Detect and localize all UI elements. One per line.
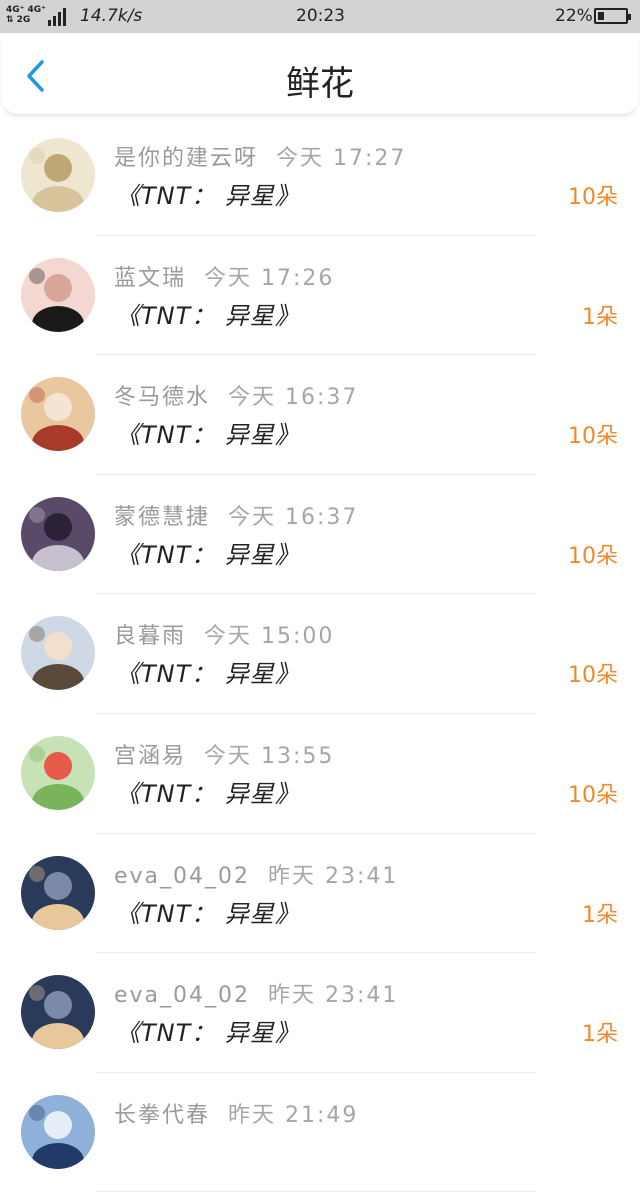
list-item[interactable]: eva_04_02 昨天 23:41 《TNT： 异星》 1朵 [0, 834, 640, 954]
sender-name[interactable]: eva_04_02 [114, 983, 250, 1008]
gift-time: 今天 15:00 [204, 624, 335, 650]
avatar[interactable] [21, 616, 95, 691]
sender-name[interactable]: 长拳代春 [114, 1103, 210, 1128]
book-title[interactable]: 《TNT： 异星》 [116, 535, 300, 570]
gift-time: 今天 16:37 [228, 385, 359, 411]
book-title[interactable]: 《TNT： 异星》 [116, 654, 300, 689]
avatar[interactable] [21, 855, 95, 930]
avatar[interactable] [21, 735, 95, 810]
gift-list: 是你的建云呀 今天 17:27 《TNT： 异星》 10朵 蓝文瑞 今天 17:26… [0, 116, 640, 1192]
list-item[interactable]: 蓝文瑞 今天 17:26 《TNT： 异星》 1朵 [0, 236, 640, 356]
list-item[interactable]: 良暮雨 今天 15:00 《TNT： 异星》 10朵 [0, 594, 640, 714]
avatar[interactable] [21, 377, 95, 452]
avatar[interactable] [21, 975, 95, 1050]
list-item[interactable]: 宫涵易 今天 13:55 《TNT： 异星》 10朵 [0, 714, 640, 834]
list-item[interactable]: 蒙德慧捷 今天 16:37 《TNT： 异星》 10朵 [0, 475, 640, 595]
avatar[interactable] [21, 138, 95, 212]
sender-line: 蒙德慧捷 今天 16:37 [114, 499, 358, 531]
sender-name[interactable]: 良暮雨 [114, 624, 186, 649]
battery-percent: 22% [555, 6, 593, 26]
gift-time: 今天 17:26 [204, 265, 335, 291]
sender-line: 蓝文瑞 今天 17:26 [114, 260, 334, 292]
sender-line: eva_04_02 昨天 23:41 [114, 858, 398, 890]
sender-name[interactable]: eva_04_02 [114, 864, 250, 889]
list-item[interactable]: 冬马德水 今天 16:37 《TNT： 异星》 10朵 [0, 355, 640, 475]
status-bar: 4G⁺ 4G⁺ ⇅ 2G 14.7k/s 20:23 22% [0, 0, 640, 33]
battery-level [598, 12, 604, 20]
sender-line: 长拳代春 昨天 21:49 [114, 1097, 358, 1129]
avatar[interactable] [21, 1094, 95, 1169]
list-item[interactable]: 是你的建云呀 今天 17:27 《TNT： 异星》 10朵 [0, 116, 640, 236]
flower-count: 10朵 [568, 185, 618, 210]
book-title[interactable]: 《TNT： 异星》 [116, 1013, 300, 1048]
gift-time: 今天 17:27 [276, 146, 407, 171]
sender-line: 良暮雨 今天 15:00 [114, 618, 334, 650]
gift-time: 昨天 23:41 [268, 863, 399, 889]
network-speed: 14.7k/s [80, 6, 143, 26]
flower-count: 1朵 [582, 304, 618, 330]
sender-line: 冬马德水 今天 16:37 [114, 379, 358, 411]
book-title[interactable]: 《TNT： 异星》 [116, 774, 300, 809]
book-title[interactable]: 《TNT： 异星》 [116, 296, 300, 331]
flower-count: 1朵 [582, 902, 618, 928]
sender-name[interactable]: 蓝文瑞 [114, 266, 186, 291]
sender-name[interactable]: 宫涵易 [114, 744, 186, 769]
sender-name[interactable]: 冬马德水 [114, 385, 210, 410]
sender-line: 宫涵易 今天 13:55 [114, 738, 334, 770]
list-item[interactable]: eva_04_02 昨天 23:41 《TNT： 异星》 1朵 [0, 953, 640, 1073]
sender-name[interactable]: 是你的建云呀 [114, 146, 258, 171]
flower-count: 10朵 [568, 663, 618, 689]
flower-count: 1朵 [582, 1022, 618, 1048]
flower-count: 10朵 [568, 424, 618, 450]
list-item[interactable]: 长拳代春 昨天 21:49 [0, 1073, 640, 1192]
sender-name[interactable]: 蒙德慧捷 [114, 505, 210, 530]
signal-bars-icon [48, 6, 72, 26]
flower-count: 10朵 [568, 543, 618, 569]
flower-count: 10朵 [568, 782, 618, 808]
avatar[interactable] [21, 257, 95, 332]
gift-time: 今天 13:55 [204, 743, 335, 769]
book-title[interactable]: 《TNT： 异星》 [116, 415, 300, 450]
gift-time: 昨天 23:41 [268, 983, 399, 1009]
page-title: 鲜花 [286, 64, 354, 104]
book-title[interactable]: 《TNT： 异星》 [116, 176, 300, 211]
sender-line: 是你的建云呀 今天 17:27 [114, 140, 406, 172]
avatar[interactable] [21, 496, 95, 571]
nav-bar: 鲜花 [2, 34, 638, 115]
sender-line: eva_04_02 昨天 23:41 [114, 977, 398, 1009]
gift-time: 今天 16:37 [228, 504, 359, 530]
gift-time: 昨天 21:49 [228, 1102, 359, 1128]
book-title[interactable]: 《TNT： 异星》 [116, 894, 300, 929]
clock: 20:23 [296, 6, 345, 26]
battery-icon [594, 8, 631, 24]
